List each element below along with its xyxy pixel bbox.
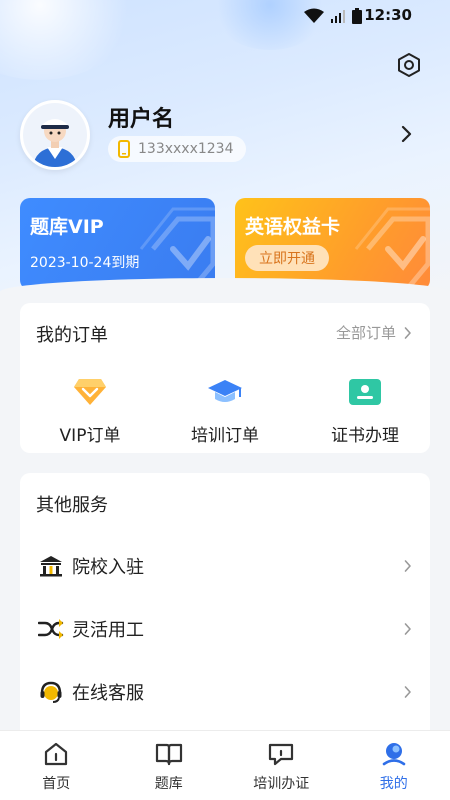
english-card-title: 英语权益卡: [245, 216, 341, 238]
settings-hexagon-icon: [398, 53, 420, 77]
services-title: 其他服务: [36, 495, 108, 516]
order-item-label: 培训订单: [191, 426, 259, 446]
nav-label: 我的: [379, 776, 408, 792]
vip-card-title: 题库VIP: [30, 216, 104, 238]
status-bar: 12:30: [0, 0, 450, 32]
service-item-school[interactable]: 院校入驻: [20, 535, 430, 597]
activate-button[interactable]: 立即开通: [245, 245, 329, 271]
order-item-label: 证书办理: [331, 426, 399, 446]
vip-card[interactable]: 题库VIP 2023-10-24到期: [20, 198, 215, 290]
all-orders-label: 全部订单: [335, 324, 396, 342]
chevron-right-icon: [401, 125, 412, 143]
phone-icon: [118, 140, 130, 158]
avatar[interactable]: [20, 100, 90, 170]
english-card[interactable]: 英语权益卡 立即开通: [235, 198, 430, 290]
nav-item-question-bank[interactable]: 题库: [113, 731, 226, 800]
orders-section: 我的订单 全部订单 VIP订单 培训订单 证书办理: [20, 303, 430, 453]
nav-label: 题库: [154, 776, 183, 792]
nav-item-mine[interactable]: 我的: [338, 731, 450, 800]
profile-icon: [382, 743, 406, 766]
vip-diamond-icon: [74, 379, 106, 405]
shuffle-icon: [38, 616, 64, 642]
all-orders-link[interactable]: 全部订单: [336, 322, 412, 343]
sailor-avatar-icon: [23, 103, 87, 167]
username[interactable]: 用户名: [108, 101, 174, 133]
phone-badge: 133xxxx1234: [108, 136, 246, 162]
nav-label: 首页: [42, 776, 71, 792]
service-label: 在线客服: [72, 683, 144, 704]
order-item-training[interactable]: 培训订单: [165, 377, 285, 446]
service-item-customer-service[interactable]: 在线客服: [20, 661, 430, 723]
chevron-right-icon: [404, 623, 411, 635]
status-time: 12:30: [364, 6, 412, 24]
service-label: 院校入驻: [72, 557, 144, 578]
vip-expiry-date: 2023-10-24到期: [30, 255, 140, 271]
chat-icon: [269, 743, 294, 766]
card-decoration-icon: [354, 207, 430, 290]
order-item-vip[interactable]: VIP订单: [30, 377, 150, 446]
nav-item-training[interactable]: 培训办证: [225, 731, 338, 800]
service-item-flexible-work[interactable]: 灵活用工: [20, 598, 430, 660]
home-icon: [45, 742, 68, 766]
orders-title: 我的订单: [36, 325, 108, 346]
cellular-signal-icon: [331, 10, 345, 23]
graduation-cap-icon: [208, 380, 242, 402]
chevron-right-icon: [404, 686, 411, 698]
phone-number: 133xxxx1234: [138, 141, 234, 157]
wifi-icon: [304, 8, 324, 23]
bottom-navigation: 首页 题库 培训办证 我的: [0, 730, 450, 800]
status-icons: [304, 8, 362, 24]
services-section: 其他服务 院校入驻 灵活用工 在线客服: [20, 473, 430, 733]
settings-button[interactable]: [394, 50, 424, 80]
headset-icon: [38, 679, 64, 705]
order-item-certificate[interactable]: 证书办理: [305, 377, 425, 446]
service-label: 灵活用工: [72, 620, 144, 641]
school-building-icon: [38, 553, 64, 579]
order-item-label: VIP订单: [59, 426, 121, 446]
chevron-right-icon: [404, 326, 411, 339]
book-icon: [155, 743, 182, 766]
profile-detail-arrow[interactable]: [400, 124, 414, 148]
chevron-right-icon: [404, 560, 411, 572]
certificate-icon: [349, 379, 381, 405]
nav-item-home[interactable]: 首页: [0, 731, 113, 800]
battery-icon: [352, 8, 362, 24]
nav-label: 培训办证: [253, 776, 310, 792]
